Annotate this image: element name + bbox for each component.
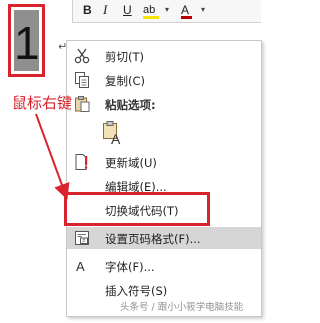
watermark: 头条号 / 跟小小筱学电脑技能: [120, 302, 244, 313]
annotation-arrow-icon: [35, 113, 70, 200]
